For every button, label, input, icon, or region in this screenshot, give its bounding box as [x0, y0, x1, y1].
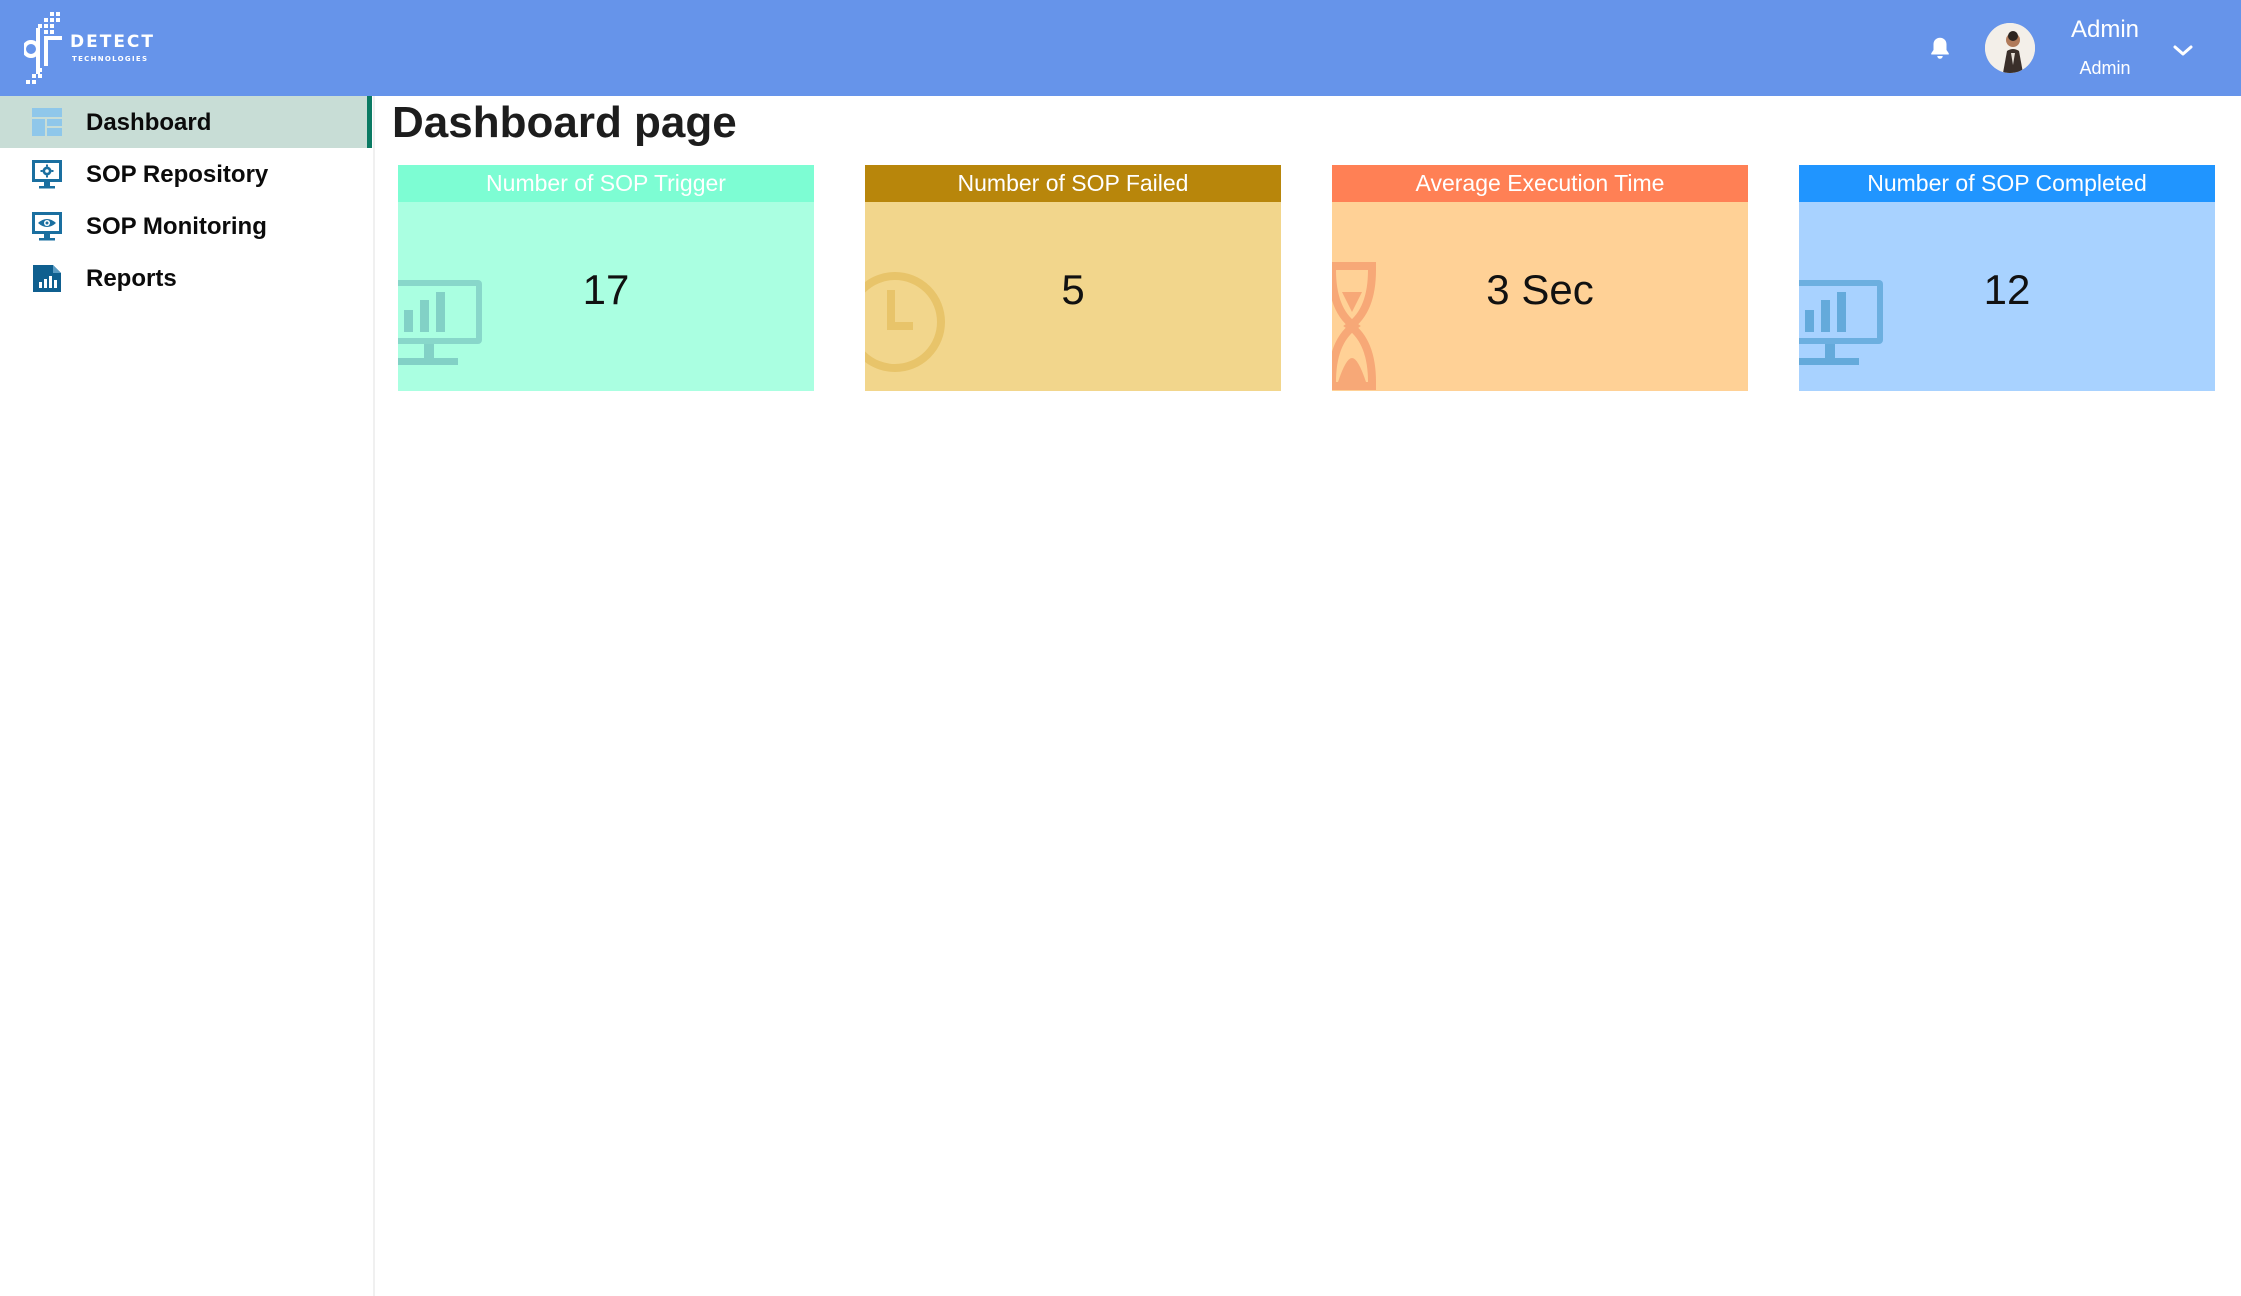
dashboard-layout-icon — [32, 108, 62, 136]
card-body: 12 — [1799, 202, 2215, 391]
stat-card-sop-failed: Number of SOP Failed 5 — [865, 165, 1281, 391]
sidebar-item-sop-repository[interactable]: SOP Repository — [0, 148, 373, 200]
card-body: 5 — [865, 202, 1281, 391]
card-title: Average Execution Time — [1332, 165, 1748, 202]
card-value: 3 Sec — [1486, 266, 1594, 313]
sidebar-item-sop-monitoring[interactable]: SOP Monitoring — [0, 200, 373, 252]
card-value: 5 — [1061, 266, 1085, 313]
card-title: Number of SOP Failed — [865, 165, 1281, 202]
page-title: Dashboard page — [392, 98, 737, 147]
avatar[interactable] — [1985, 23, 2035, 73]
sidebar-item-dashboard[interactable]: Dashboard — [0, 96, 372, 148]
sidebar: Dashboard SOP Repository SOP Monitoring … — [0, 96, 375, 1296]
detect-technologies-logo[interactable]: DETECT TECHNOLOGIES — [24, 8, 164, 88]
bell-icon[interactable] — [1925, 34, 1955, 64]
logo-wordmark: DETECT — [70, 32, 156, 52]
card-value: 17 — [582, 266, 630, 313]
card-body: 17 — [398, 202, 814, 391]
chevron-down-icon[interactable] — [2171, 40, 2195, 60]
sidebar-item-label: Reports — [86, 265, 177, 292]
logo-mark-icon — [24, 12, 62, 84]
sidebar-item-label: Dashboard — [86, 109, 212, 136]
card-title: Number of SOP Completed — [1799, 165, 2215, 202]
user-role: Admin — [2079, 58, 2131, 78]
stat-card-sop-trigger: Number of SOP Trigger 17 — [398, 165, 814, 391]
top-bar: DETECT TECHNOLOGIES Admin Admin — [0, 0, 2241, 96]
monitor-eye-icon — [32, 212, 62, 241]
sidebar-item-label: SOP Monitoring — [86, 213, 267, 240]
report-chart-icon — [33, 265, 61, 292]
user-name[interactable]: Admin — [2040, 16, 2170, 44]
stat-card-sop-completed: Number of SOP Completed 12 — [1799, 165, 2215, 391]
card-title: Number of SOP Trigger — [398, 165, 814, 202]
monitor-gear-icon — [32, 160, 62, 189]
logo-tagline: TECHNOLOGIES — [72, 55, 149, 63]
sidebar-item-reports[interactable]: Reports — [0, 252, 373, 304]
card-value: 12 — [1983, 266, 2031, 313]
sidebar-item-label: SOP Repository — [86, 161, 269, 188]
card-body: 3 Sec — [1332, 202, 1748, 391]
stat-card-average-execution-time: Average Execution Time 3 Sec — [1332, 165, 1748, 391]
